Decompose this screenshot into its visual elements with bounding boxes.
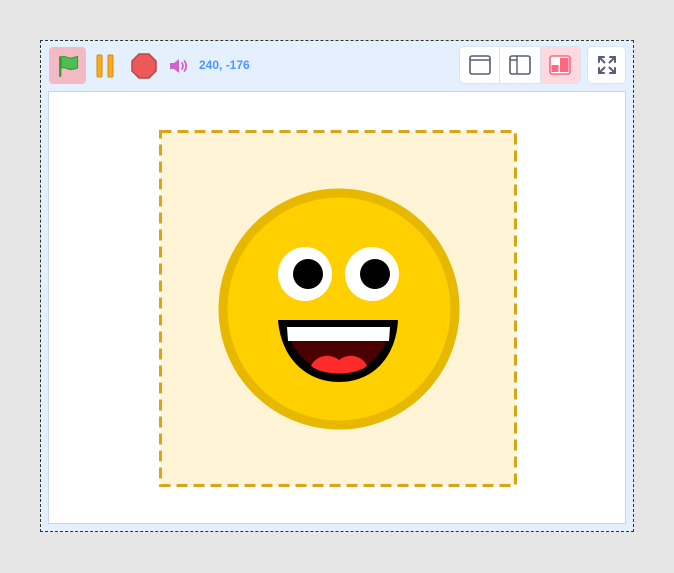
- stop-sign-icon: [131, 53, 157, 79]
- large-stage-icon: [549, 55, 572, 75]
- mouse-coordinates: 240, -176: [199, 58, 250, 72]
- sound-toggle-button[interactable]: [166, 53, 192, 79]
- sidebar-stage-icon: [509, 55, 531, 75]
- speaker-icon: [170, 59, 188, 73]
- fullscreen-button[interactable]: [587, 46, 626, 84]
- fullscreen-icon: [597, 56, 616, 74]
- right-pupil: [360, 259, 390, 289]
- face: [218, 188, 460, 430]
- left-pupil: [293, 259, 323, 289]
- stop-button[interactable]: [129, 51, 159, 81]
- smiley-face-icon: [159, 130, 517, 487]
- pause-button[interactable]: [91, 52, 119, 80]
- small-stage-button[interactable]: [460, 47, 501, 83]
- green-flag-icon: [58, 55, 78, 77]
- stage-toolbar: 240, -176: [41, 41, 633, 91]
- green-flag-button[interactable]: [49, 47, 86, 84]
- small-stage-icon: [468, 55, 491, 75]
- stage-wrapper: 240, -176: [40, 40, 634, 532]
- selected-sprite[interactable]: [159, 130, 517, 487]
- stage-canvas[interactable]: [48, 91, 626, 524]
- large-stage-button[interactable]: [540, 47, 580, 83]
- stage-size-toggle: [459, 46, 581, 84]
- teeth: [287, 327, 390, 341]
- sidebar-stage-button[interactable]: [500, 47, 541, 83]
- pause-icon: [96, 54, 114, 78]
